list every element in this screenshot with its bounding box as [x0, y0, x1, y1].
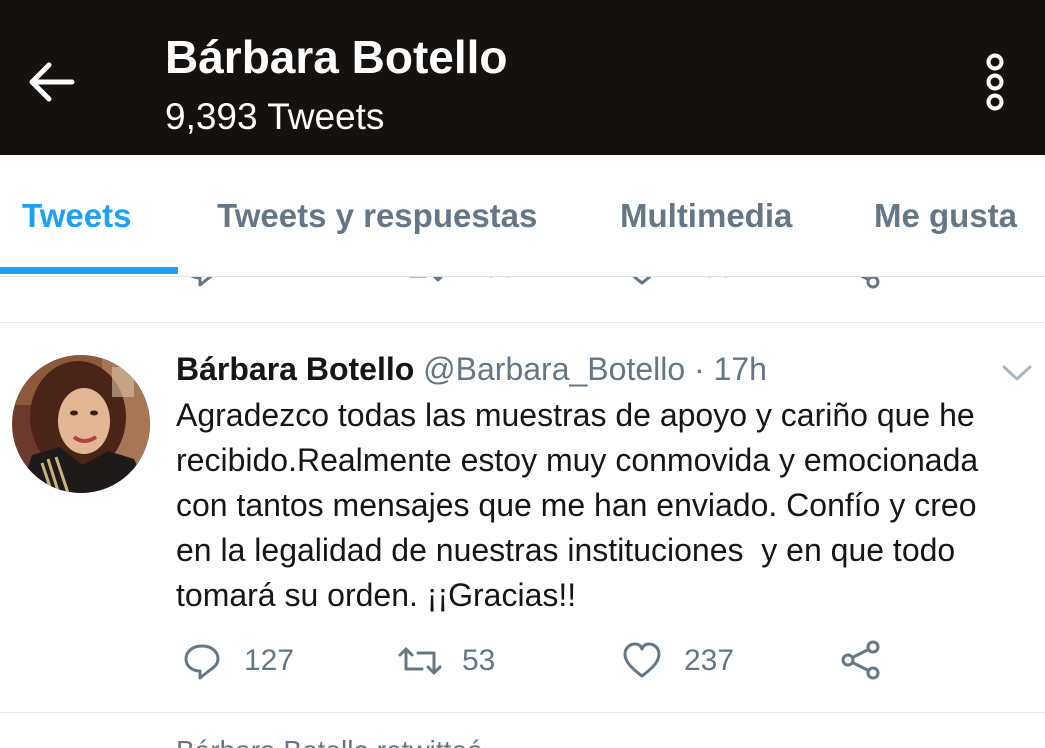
profile-name-title: Bárbara Botello [165, 31, 508, 83]
next-tweet-preview: Bárbara Botello retwitteó [0, 713, 1045, 748]
tweet-card[interactable]: Bárbara Botello @Barbara_Botello · 17h A… [0, 323, 1045, 713]
tab-tweets[interactable]: Tweets [22, 197, 131, 235]
tweet-header: Bárbara Botello @Barbara_Botello · 17h [176, 351, 767, 388]
share-icon [840, 639, 882, 681]
tab-tweets-y-respuestas[interactable]: Tweets y respuestas [217, 197, 537, 235]
heart-icon [622, 641, 662, 681]
reply-icon [182, 641, 222, 681]
profile-tabs: Tweets Tweets y respuestas Multimedia Me… [0, 155, 1045, 277]
chevron-down-icon[interactable] [1000, 361, 1034, 385]
retweet-button[interactable]: 53 [396, 641, 495, 681]
reply-count: 127 [244, 644, 295, 677]
author-handle-and-time: @Barbara_Botello · 17h [414, 351, 767, 387]
tab-me-gusta[interactable]: Me gusta [874, 197, 1017, 235]
share-button[interactable] [840, 639, 882, 681]
active-tab-indicator [0, 267, 178, 274]
vertical-dots-icon[interactable] [970, 50, 1020, 116]
reply-button[interactable]: 127 [182, 641, 294, 681]
tweet-count: 9,393 Tweets [165, 96, 385, 137]
tweet-text: Agradezco todas las muestras de apoyo y … [176, 397, 979, 613]
retweet-count: 53 [462, 644, 496, 677]
like-count: 237 [684, 644, 735, 677]
tab-multimedia[interactable]: Multimedia [620, 197, 792, 235]
retweet-icon [396, 641, 444, 681]
author-name[interactable]: Bárbara Botello [176, 351, 414, 387]
retweeted-by-label: Bárbara Botello retwitteó [176, 735, 483, 748]
like-button[interactable]: 237 [622, 641, 734, 681]
back-arrow-icon[interactable] [22, 52, 82, 112]
avatar[interactable] [12, 355, 150, 493]
app-header: Bárbara Botello 9,393 Tweets [0, 0, 1045, 155]
